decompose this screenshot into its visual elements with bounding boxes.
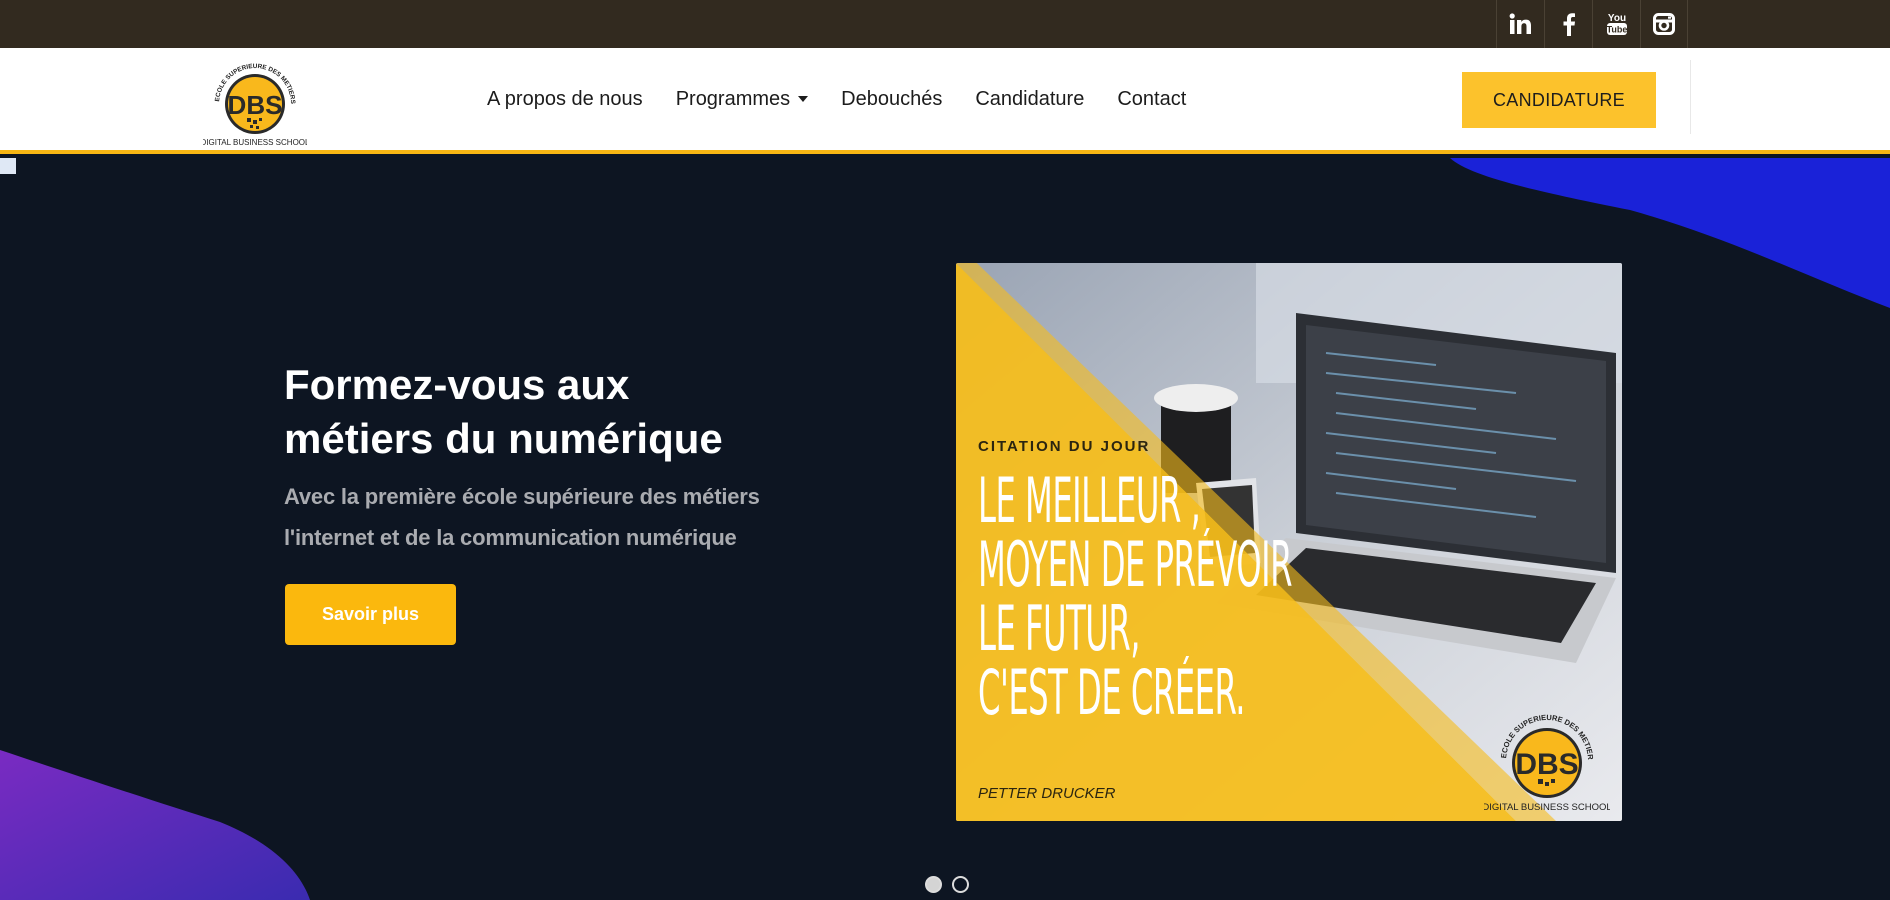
facebook-link[interactable] (1544, 0, 1592, 48)
slide-dbs-logo: ECOLE SUPERIEURE DES METIERS DU WEB DBS … (1484, 703, 1610, 813)
nav-item-programmes[interactable]: Programmes (675, 87, 809, 111)
hero-slider: Formez-vous aux métiers du numérique Ave… (0, 158, 1890, 900)
hero-subtitle: Avec la première école supérieure des mé… (284, 476, 804, 558)
social-topbar: You Tube (0, 0, 1890, 48)
quote-line1: LE MEILLEUR , (978, 464, 1201, 537)
instagram-link[interactable] (1640, 0, 1688, 48)
purple-blob-decoration (0, 750, 310, 900)
nav-label-candidature: Candidature (975, 87, 1085, 110)
corner-widget-icon[interactable] (0, 158, 16, 174)
hero-subtitle-line2: l'internet et de la communication numéri… (284, 525, 737, 550)
nav-label-about: A propos de nous (487, 87, 643, 110)
facebook-icon (1562, 12, 1576, 36)
nav-label-contact: Contact (1117, 87, 1187, 110)
hero-title-line1: Formez-vous aux (284, 361, 630, 408)
nav-item-candidature[interactable]: Candidature (975, 88, 1084, 111)
nav-label-programmes: Programmes (675, 87, 791, 110)
logo-school-name: DIGITAL BUSINESS SCHOOL (203, 138, 307, 147)
svg-text:You: You (1607, 13, 1625, 24)
nav-label-debouches: Debouchés (841, 87, 943, 110)
svg-text:Tube: Tube (1606, 25, 1627, 35)
hero-title-line2: métiers du numérique (284, 415, 723, 462)
savoir-plus-button[interactable]: Savoir plus (285, 584, 456, 645)
quote-line4: C'EST DE CRÉER. (978, 656, 1245, 729)
youtube-icon: You Tube (1606, 11, 1628, 37)
candidature-button[interactable]: CANDIDATURE (1462, 72, 1656, 128)
logo-initials: DBS (228, 90, 283, 120)
youtube-link[interactable]: You Tube (1592, 0, 1640, 48)
dbs-logo[interactable]: ECOLE SUPERIEURE DES METIERS DU WEB DBS … (200, 49, 310, 148)
quote-label: CITATION DU JOUR (978, 438, 1151, 455)
quote-line3: LE FUTUR, (978, 592, 1141, 665)
carousel-dot-1[interactable] (925, 876, 942, 893)
carousel-dots (925, 876, 979, 893)
nav-item-contact[interactable]: Contact (1117, 88, 1186, 111)
social-links: You Tube (1496, 0, 1688, 48)
linkedin-icon (1509, 13, 1533, 35)
main-navbar: ECOLE SUPERIEURE DES METIERS DU WEB DBS … (0, 48, 1890, 154)
hero-title: Formez-vous aux métiers du numérique (284, 358, 804, 466)
nav-item-about[interactable]: A propos de nous (487, 88, 643, 111)
carousel-dot-2[interactable] (952, 876, 969, 893)
caret-down-icon (798, 96, 809, 102)
linkedin-link[interactable] (1496, 0, 1544, 48)
slide-logo-school-name: DIGITAL BUSINESS SCHOOL (1484, 802, 1610, 813)
quote-line2: MOYEN DE PRÉVOIR (978, 528, 1292, 601)
nav-item-debouches[interactable]: Debouchés (841, 88, 942, 111)
quote-text: LE MEILLEUR , MOYEN DE PRÉVOIR LE FUTUR,… (978, 469, 1292, 725)
slide-logo-initials: DBS (1515, 748, 1578, 781)
navbar-divider (1690, 60, 1691, 134)
primary-nav: A propos de nous Programmes Debouchés Ca… (487, 48, 1219, 150)
instagram-icon (1653, 13, 1675, 35)
quote-slide-image: CITATION DU JOUR LE MEILLEUR , MOYEN DE … (956, 263, 1622, 821)
hero-subtitle-line1: Avec la première école supérieure des mé… (284, 484, 760, 509)
quote-author: PETTER DRUCKER (978, 785, 1116, 802)
